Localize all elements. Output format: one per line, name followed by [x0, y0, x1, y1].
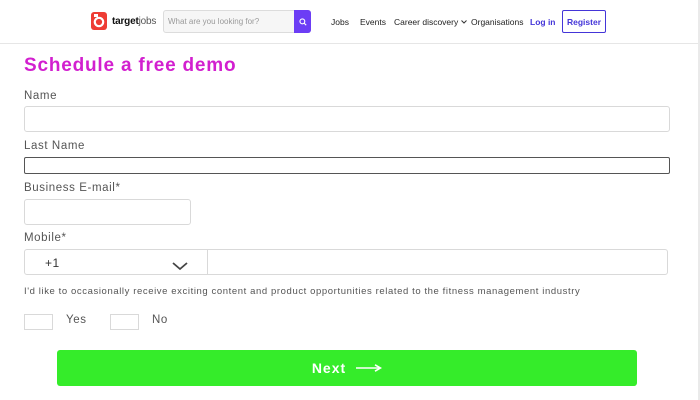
name-field[interactable]	[25, 107, 669, 131]
search-button[interactable]	[294, 10, 311, 33]
no-checkbox[interactable]	[110, 314, 139, 330]
yes-checkbox[interactable]	[24, 314, 53, 330]
no-label: No	[152, 314, 168, 326]
arrow-right-icon	[356, 364, 383, 372]
country-code-value: +1	[45, 256, 60, 270]
mobile-field[interactable]	[208, 250, 667, 274]
last-name-label: Last Name	[24, 140, 86, 152]
logo-brand: target	[112, 15, 139, 27]
register-button[interactable]: Register	[562, 10, 606, 33]
consent-text: I'd like to occasionally receive excitin…	[24, 286, 581, 297]
chevron-down-icon	[172, 258, 188, 276]
last-name-field-wrapper	[24, 157, 670, 176]
logo-text: targetjobs	[112, 16, 156, 27]
nav-career-discovery[interactable]: Career discovery	[394, 17, 468, 27]
search-icon	[298, 13, 307, 31]
login-link[interactable]: Log in	[530, 17, 556, 27]
page-title: Schedule a free demo	[24, 55, 237, 76]
logo-suffix: jobs	[138, 15, 157, 27]
name-field-wrapper	[24, 106, 670, 132]
mobile-field-wrapper	[207, 249, 668, 275]
search-box	[163, 10, 311, 33]
page: targetjobs Jobs Events Career discovery …	[0, 0, 700, 400]
name-label: Name	[24, 90, 58, 102]
search-input[interactable]	[164, 11, 294, 32]
email-field[interactable]	[25, 200, 190, 224]
last-name-field[interactable]	[25, 160, 669, 176]
yes-label: Yes	[66, 314, 87, 326]
email-field-wrapper	[24, 199, 191, 225]
nav-jobs[interactable]: Jobs	[331, 17, 349, 27]
site-logo[interactable]: targetjobs	[91, 11, 156, 31]
mobile-label: Mobile*	[24, 232, 67, 244]
nav-organisations[interactable]: Organisations	[471, 17, 523, 27]
top-navbar: targetjobs Jobs Events Career discovery …	[0, 0, 700, 44]
nav-career-discovery-label: Career discovery	[394, 17, 459, 27]
next-button-label: Next	[311, 360, 347, 376]
next-button[interactable]: Next	[57, 350, 637, 386]
nav-events[interactable]: Events	[360, 17, 386, 27]
country-code-select[interactable]: +1	[24, 249, 208, 275]
chevron-down-icon	[461, 20, 468, 24]
email-label: Business E-mail*	[24, 182, 121, 194]
logo-icon	[91, 11, 109, 31]
